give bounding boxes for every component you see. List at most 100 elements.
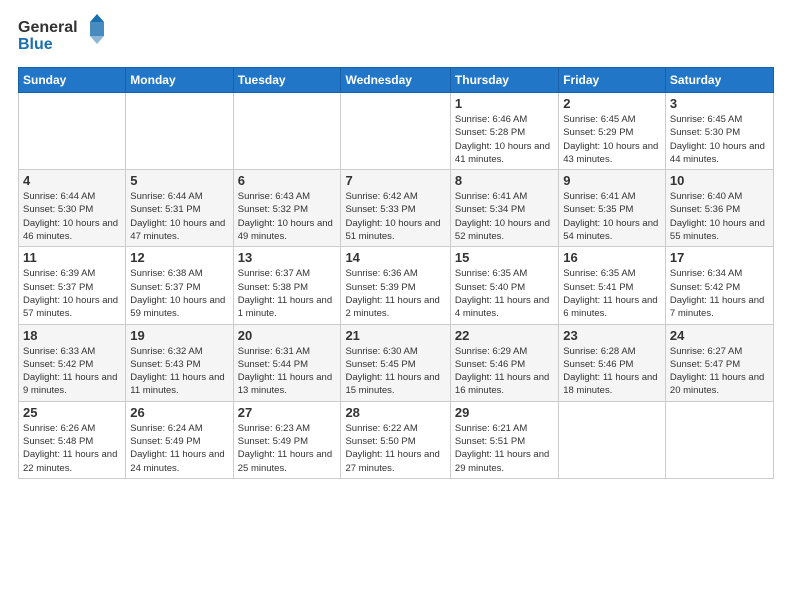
calendar-cell: 6 Sunrise: 6:43 AMSunset: 5:32 PMDaylight… <box>233 170 341 247</box>
day-info: Sunrise: 6:32 AMSunset: 5:43 PMDaylight:… <box>130 345 228 398</box>
day-info: Sunrise: 6:28 AMSunset: 5:46 PMDaylight:… <box>563 345 661 398</box>
calendar-cell: 1 Sunrise: 6:46 AMSunset: 5:28 PMDaylight… <box>450 93 558 170</box>
day-info: Sunrise: 6:38 AMSunset: 5:37 PMDaylight:… <box>130 267 228 320</box>
day-info: Sunrise: 6:35 AMSunset: 5:40 PMDaylight:… <box>455 267 554 320</box>
day-number: 4 <box>23 173 121 188</box>
day-info: Sunrise: 6:43 AMSunset: 5:32 PMDaylight:… <box>238 190 337 243</box>
day-number: 17 <box>670 250 769 265</box>
calendar-cell: 23 Sunrise: 6:28 AMSunset: 5:46 PMDayligh… <box>559 324 666 401</box>
weekday-header-monday: Monday <box>126 68 233 93</box>
calendar-cell: 3 Sunrise: 6:45 AMSunset: 5:30 PMDaylight… <box>665 93 773 170</box>
weekday-header-thursday: Thursday <box>450 68 558 93</box>
day-number: 3 <box>670 96 769 111</box>
day-info: Sunrise: 6:40 AMSunset: 5:36 PMDaylight:… <box>670 190 769 243</box>
header: General Blue <box>18 10 774 61</box>
weekday-header-friday: Friday <box>559 68 666 93</box>
day-info: Sunrise: 6:31 AMSunset: 5:44 PMDaylight:… <box>238 345 337 398</box>
calendar-cell: 18Sunrise: 6:33 AMSunset: 5:42 PMDayligh… <box>19 324 126 401</box>
calendar-cell: 5 Sunrise: 6:44 AMSunset: 5:31 PMDaylight… <box>126 170 233 247</box>
weekday-header-saturday: Saturday <box>665 68 773 93</box>
calendar-cell: 28 Sunrise: 6:22 AMSunset: 5:50 PMDayligh… <box>341 401 450 478</box>
calendar-week-row: 4 Sunrise: 6:44 AMSunset: 5:30 PMDaylight… <box>19 170 774 247</box>
calendar-week-row: 18Sunrise: 6:33 AMSunset: 5:42 PMDayligh… <box>19 324 774 401</box>
calendar-cell: 4 Sunrise: 6:44 AMSunset: 5:30 PMDaylight… <box>19 170 126 247</box>
day-number: 13 <box>238 250 337 265</box>
logo: General Blue <box>18 14 108 61</box>
day-info: Sunrise: 6:22 AMSunset: 5:50 PMDaylight:… <box>345 422 445 475</box>
day-number: 9 <box>563 173 661 188</box>
calendar-cell: 21 Sunrise: 6:30 AMSunset: 5:45 PMDayligh… <box>341 324 450 401</box>
day-info: Sunrise: 6:35 AMSunset: 5:41 PMDaylight:… <box>563 267 661 320</box>
day-number: 5 <box>130 173 228 188</box>
day-info: Sunrise: 6:39 AMSunset: 5:37 PMDaylight:… <box>23 267 121 320</box>
calendar-week-row: 11Sunrise: 6:39 AMSunset: 5:37 PMDayligh… <box>19 247 774 324</box>
weekday-header-tuesday: Tuesday <box>233 68 341 93</box>
page: General Blue SundayMondayTuesdayWednesda… <box>0 0 792 612</box>
calendar-cell: 22 Sunrise: 6:29 AMSunset: 5:46 PMDayligh… <box>450 324 558 401</box>
calendar-cell <box>559 401 666 478</box>
day-info: Sunrise: 6:21 AMSunset: 5:51 PMDaylight:… <box>455 422 554 475</box>
day-info: Sunrise: 6:41 AMSunset: 5:35 PMDaylight:… <box>563 190 661 243</box>
day-info: Sunrise: 6:44 AMSunset: 5:31 PMDaylight:… <box>130 190 228 243</box>
calendar-cell: 19 Sunrise: 6:32 AMSunset: 5:43 PMDayligh… <box>126 324 233 401</box>
day-number: 16 <box>563 250 661 265</box>
weekday-header-wednesday: Wednesday <box>341 68 450 93</box>
day-number: 22 <box>455 328 554 343</box>
calendar-week-row: 25 Sunrise: 6:26 AMSunset: 5:48 PMDayligh… <box>19 401 774 478</box>
day-number: 7 <box>345 173 445 188</box>
day-number: 28 <box>345 405 445 420</box>
day-info: Sunrise: 6:34 AMSunset: 5:42 PMDaylight:… <box>670 267 769 320</box>
day-number: 26 <box>130 405 228 420</box>
calendar-cell: 17 Sunrise: 6:34 AMSunset: 5:42 PMDayligh… <box>665 247 773 324</box>
day-info: Sunrise: 6:30 AMSunset: 5:45 PMDaylight:… <box>345 345 445 398</box>
day-info: Sunrise: 6:27 AMSunset: 5:47 PMDaylight:… <box>670 345 769 398</box>
calendar-cell: 8 Sunrise: 6:41 AMSunset: 5:34 PMDaylight… <box>450 170 558 247</box>
calendar-cell: 27 Sunrise: 6:23 AMSunset: 5:49 PMDayligh… <box>233 401 341 478</box>
day-number: 18 <box>23 328 121 343</box>
day-number: 8 <box>455 173 554 188</box>
day-info: Sunrise: 6:29 AMSunset: 5:46 PMDaylight:… <box>455 345 554 398</box>
day-number: 6 <box>238 173 337 188</box>
logo-text: General Blue <box>18 14 108 61</box>
day-info: Sunrise: 6:37 AMSunset: 5:38 PMDaylight:… <box>238 267 337 320</box>
day-number: 29 <box>455 405 554 420</box>
weekday-header-sunday: Sunday <box>19 68 126 93</box>
day-info: Sunrise: 6:45 AMSunset: 5:29 PMDaylight:… <box>563 113 661 166</box>
day-number: 21 <box>345 328 445 343</box>
calendar-table: SundayMondayTuesdayWednesdayThursdayFrid… <box>18 67 774 479</box>
day-info: Sunrise: 6:46 AMSunset: 5:28 PMDaylight:… <box>455 113 554 166</box>
calendar-cell <box>665 401 773 478</box>
day-info: Sunrise: 6:24 AMSunset: 5:49 PMDaylight:… <box>130 422 228 475</box>
calendar-cell: 7 Sunrise: 6:42 AMSunset: 5:33 PMDaylight… <box>341 170 450 247</box>
calendar-week-row: 1 Sunrise: 6:46 AMSunset: 5:28 PMDaylight… <box>19 93 774 170</box>
day-info: Sunrise: 6:41 AMSunset: 5:34 PMDaylight:… <box>455 190 554 243</box>
day-info: Sunrise: 6:42 AMSunset: 5:33 PMDaylight:… <box>345 190 445 243</box>
calendar-cell: 12 Sunrise: 6:38 AMSunset: 5:37 PMDayligh… <box>126 247 233 324</box>
calendar-cell: 11Sunrise: 6:39 AMSunset: 5:37 PMDayligh… <box>19 247 126 324</box>
calendar-cell: 15 Sunrise: 6:35 AMSunset: 5:40 PMDayligh… <box>450 247 558 324</box>
day-number: 2 <box>563 96 661 111</box>
day-info: Sunrise: 6:26 AMSunset: 5:48 PMDaylight:… <box>23 422 121 475</box>
calendar-cell: 25 Sunrise: 6:26 AMSunset: 5:48 PMDayligh… <box>19 401 126 478</box>
calendar-cell: 14Sunrise: 6:36 AMSunset: 5:39 PMDayligh… <box>341 247 450 324</box>
day-info: Sunrise: 6:45 AMSunset: 5:30 PMDaylight:… <box>670 113 769 166</box>
day-info: Sunrise: 6:44 AMSunset: 5:30 PMDaylight:… <box>23 190 121 243</box>
calendar-cell: 10 Sunrise: 6:40 AMSunset: 5:36 PMDayligh… <box>665 170 773 247</box>
day-number: 24 <box>670 328 769 343</box>
day-number: 27 <box>238 405 337 420</box>
calendar-cell <box>19 93 126 170</box>
day-number: 12 <box>130 250 228 265</box>
day-number: 15 <box>455 250 554 265</box>
day-number: 19 <box>130 328 228 343</box>
day-number: 1 <box>455 96 554 111</box>
calendar-cell: 26 Sunrise: 6:24 AMSunset: 5:49 PMDayligh… <box>126 401 233 478</box>
day-number: 10 <box>670 173 769 188</box>
day-number: 25 <box>23 405 121 420</box>
day-number: 23 <box>563 328 661 343</box>
calendar-cell <box>341 93 450 170</box>
calendar-cell: 2 Sunrise: 6:45 AMSunset: 5:29 PMDaylight… <box>559 93 666 170</box>
day-number: 14 <box>345 250 445 265</box>
calendar-cell: 9 Sunrise: 6:41 AMSunset: 5:35 PMDaylight… <box>559 170 666 247</box>
weekday-header-row: SundayMondayTuesdayWednesdayThursdayFrid… <box>19 68 774 93</box>
day-info: Sunrise: 6:23 AMSunset: 5:49 PMDaylight:… <box>238 422 337 475</box>
